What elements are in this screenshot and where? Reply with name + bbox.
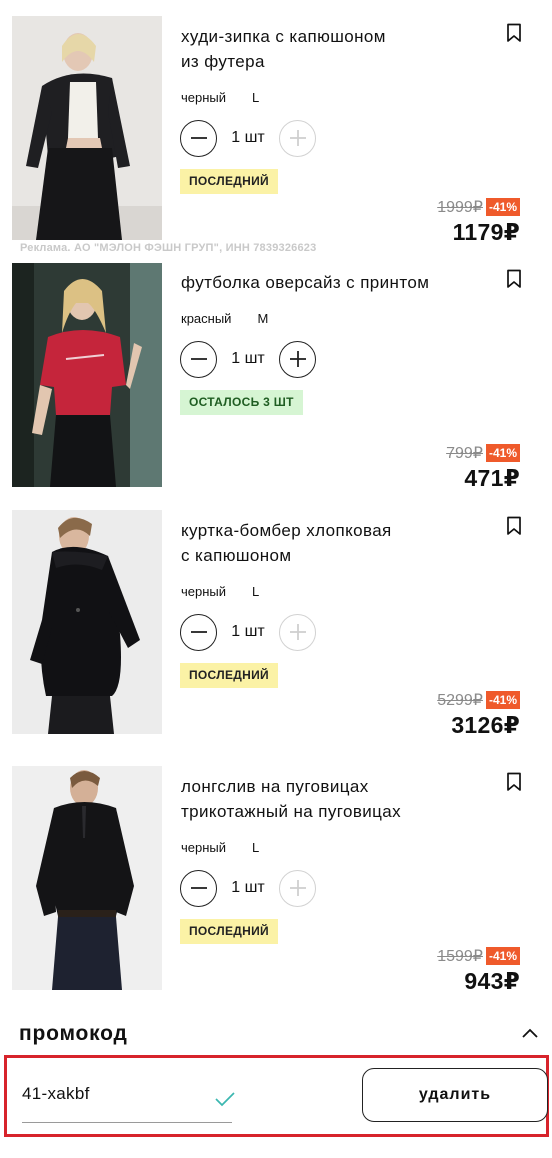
product-image[interactable] <box>12 766 162 990</box>
minus-icon <box>190 137 207 139</box>
product-color: черный <box>181 840 227 855</box>
bookmark-icon[interactable] <box>506 23 522 43</box>
current-price: 471₽ <box>464 465 520 491</box>
minus-icon <box>190 631 207 633</box>
increase-button[interactable] <box>279 119 316 157</box>
price-block: 799₽ -41% 471₽ <box>446 443 520 492</box>
product-title[interactable]: куртка-бомбер хлопковая с капюшоном <box>181 518 481 568</box>
decrease-button[interactable] <box>180 869 217 907</box>
minus-icon <box>190 358 207 360</box>
product-image[interactable] <box>12 510 162 734</box>
chevron-up-icon[interactable] <box>521 1027 539 1039</box>
discount-badge: -41% <box>485 198 520 216</box>
old-price: 1999₽ <box>437 199 483 216</box>
stock-badge: ПОСЛЕДНИЙ <box>180 663 278 688</box>
product-attributes: черный L <box>181 584 259 599</box>
plus-icon <box>289 130 306 146</box>
product-title[interactable]: футболка оверсайз с принтом <box>181 270 481 295</box>
product-color: черный <box>181 584 227 599</box>
quantity-stepper: 1 шт <box>180 613 316 651</box>
check-icon <box>215 1092 235 1107</box>
quantity-value: 1 шт <box>231 879 265 896</box>
promo-title: промокод <box>19 1022 128 1045</box>
increase-button[interactable] <box>279 340 316 378</box>
product-attributes: черный L <box>181 90 259 105</box>
bookmark-icon[interactable] <box>506 269 522 289</box>
decrease-button[interactable] <box>180 613 217 651</box>
quantity-stepper: 1 шт <box>180 340 316 378</box>
quantity-stepper: 1 шт <box>180 869 316 907</box>
product-image[interactable] <box>12 16 162 240</box>
product-title[interactable]: худи-зипка с капюшоном из футера <box>181 24 481 74</box>
quantity-value: 1 шт <box>231 623 265 640</box>
discount-badge: -41% <box>485 444 520 462</box>
plus-icon <box>289 351 306 367</box>
quantity-value: 1 шт <box>231 350 265 367</box>
plus-icon <box>289 624 306 640</box>
stock-badge: ПОСЛЕДНИЙ <box>180 169 278 194</box>
old-price: 5299₽ <box>437 692 483 709</box>
promo-input-underline <box>22 1122 232 1123</box>
product-attributes: красный M <box>181 311 268 326</box>
product-attributes: черный L <box>181 840 259 855</box>
discount-badge: -41% <box>485 947 520 965</box>
promo-section: 41-xakbf удалить <box>4 1055 549 1137</box>
discount-badge: -41% <box>485 691 520 709</box>
decrease-button[interactable] <box>180 119 217 157</box>
plus-icon <box>289 880 306 896</box>
bookmark-icon[interactable] <box>506 772 522 792</box>
bookmark-icon[interactable] <box>506 516 522 536</box>
product-image[interactable] <box>12 263 162 487</box>
promo-code-input[interactable]: 41-xakbf <box>22 1084 232 1108</box>
ad-notice: Реклама. АО "МЭЛОН ФЭШН ГРУП", ИНН 78393… <box>20 242 317 254</box>
remove-promo-button[interactable]: удалить <box>362 1068 548 1122</box>
increase-button[interactable] <box>279 613 316 651</box>
old-price: 799₽ <box>446 445 483 462</box>
current-price: 3126₽ <box>451 712 520 738</box>
product-size: L <box>252 840 260 855</box>
minus-icon <box>190 887 207 889</box>
product-size: L <box>252 90 260 105</box>
old-price: 1599₽ <box>437 948 483 965</box>
current-price: 943₽ <box>464 968 520 994</box>
product-title[interactable]: лонгслив на пуговицах трикотажный на пуг… <box>181 774 481 824</box>
price-block: 1999₽ -41% 1179₽ <box>437 197 520 246</box>
price-block: 5299₽ -41% 3126₽ <box>437 690 520 739</box>
stock-badge: ПОСЛЕДНИЙ <box>180 919 278 944</box>
product-size: M <box>257 311 269 326</box>
current-price: 1179₽ <box>452 219 520 245</box>
quantity-stepper: 1 шт <box>180 119 316 157</box>
price-block: 1599₽ -41% 943₽ <box>437 946 520 995</box>
increase-button[interactable] <box>279 869 316 907</box>
stock-badge: ОСТАЛОСЬ 3 ШТ <box>180 390 303 415</box>
product-size: L <box>252 584 260 599</box>
product-color: черный <box>181 90 227 105</box>
decrease-button[interactable] <box>180 340 217 378</box>
quantity-value: 1 шт <box>231 129 265 146</box>
product-color: красный <box>181 311 232 326</box>
